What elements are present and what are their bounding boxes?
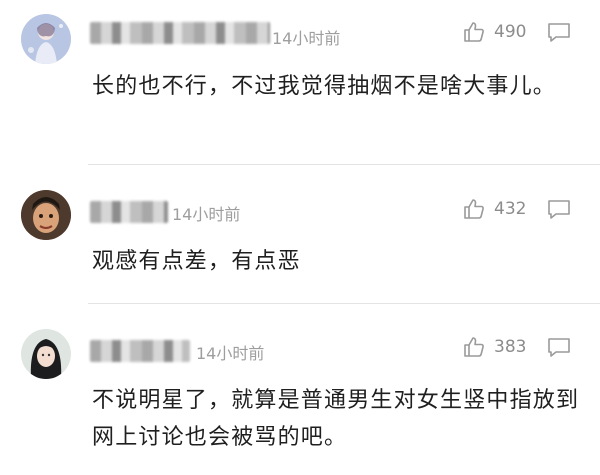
comment-item: 14小时前 432 观感有点差，有点恶 xyxy=(0,165,600,304)
comment-time: 14小时前 xyxy=(196,344,265,363)
username-blurred[interactable] xyxy=(90,22,270,44)
comment-time: 14小时前 xyxy=(272,29,341,48)
comment-item: 14小时前 383 不说明星了，就算是普通男生对女生竖中指放到网上讨论也会被骂的… xyxy=(0,304,600,475)
comment-text: 观感有点差，有点恶 xyxy=(92,249,301,274)
comment-bubble-icon xyxy=(548,23,570,42)
avatar[interactable] xyxy=(21,190,71,240)
reply-button[interactable] xyxy=(546,21,572,45)
comment-text: 不说明星了，就算是普通男生对女生竖中指放到网上讨论也会被骂的吧。 xyxy=(92,388,580,450)
thumbs-up-icon xyxy=(464,337,484,357)
comment-time: 14小时前 xyxy=(172,205,241,224)
like-button[interactable]: 432 xyxy=(462,196,526,222)
avatar[interactable] xyxy=(21,14,71,64)
reply-button[interactable] xyxy=(546,336,572,360)
username-blurred[interactable] xyxy=(90,201,168,223)
thumbs-up-icon xyxy=(464,199,484,219)
like-count: 490 xyxy=(494,22,527,42)
username-blurred[interactable] xyxy=(90,340,190,362)
avatar[interactable] xyxy=(21,329,71,379)
comment-text: 长的也不行，不过我觉得抽烟不是啥大事儿。 xyxy=(92,74,557,99)
comment-item: 14小时前 490 长的也不行，不过我觉得抽烟不是啥大事儿。 xyxy=(0,0,600,165)
like-button[interactable]: 490 xyxy=(462,19,526,45)
thumbs-up-icon xyxy=(464,22,484,42)
like-count: 432 xyxy=(494,199,527,219)
comment-bubble-icon xyxy=(548,338,570,357)
like-count: 383 xyxy=(494,337,527,357)
reply-button[interactable] xyxy=(546,198,572,222)
like-button[interactable]: 383 xyxy=(462,334,526,360)
comment-bubble-icon xyxy=(548,200,570,219)
